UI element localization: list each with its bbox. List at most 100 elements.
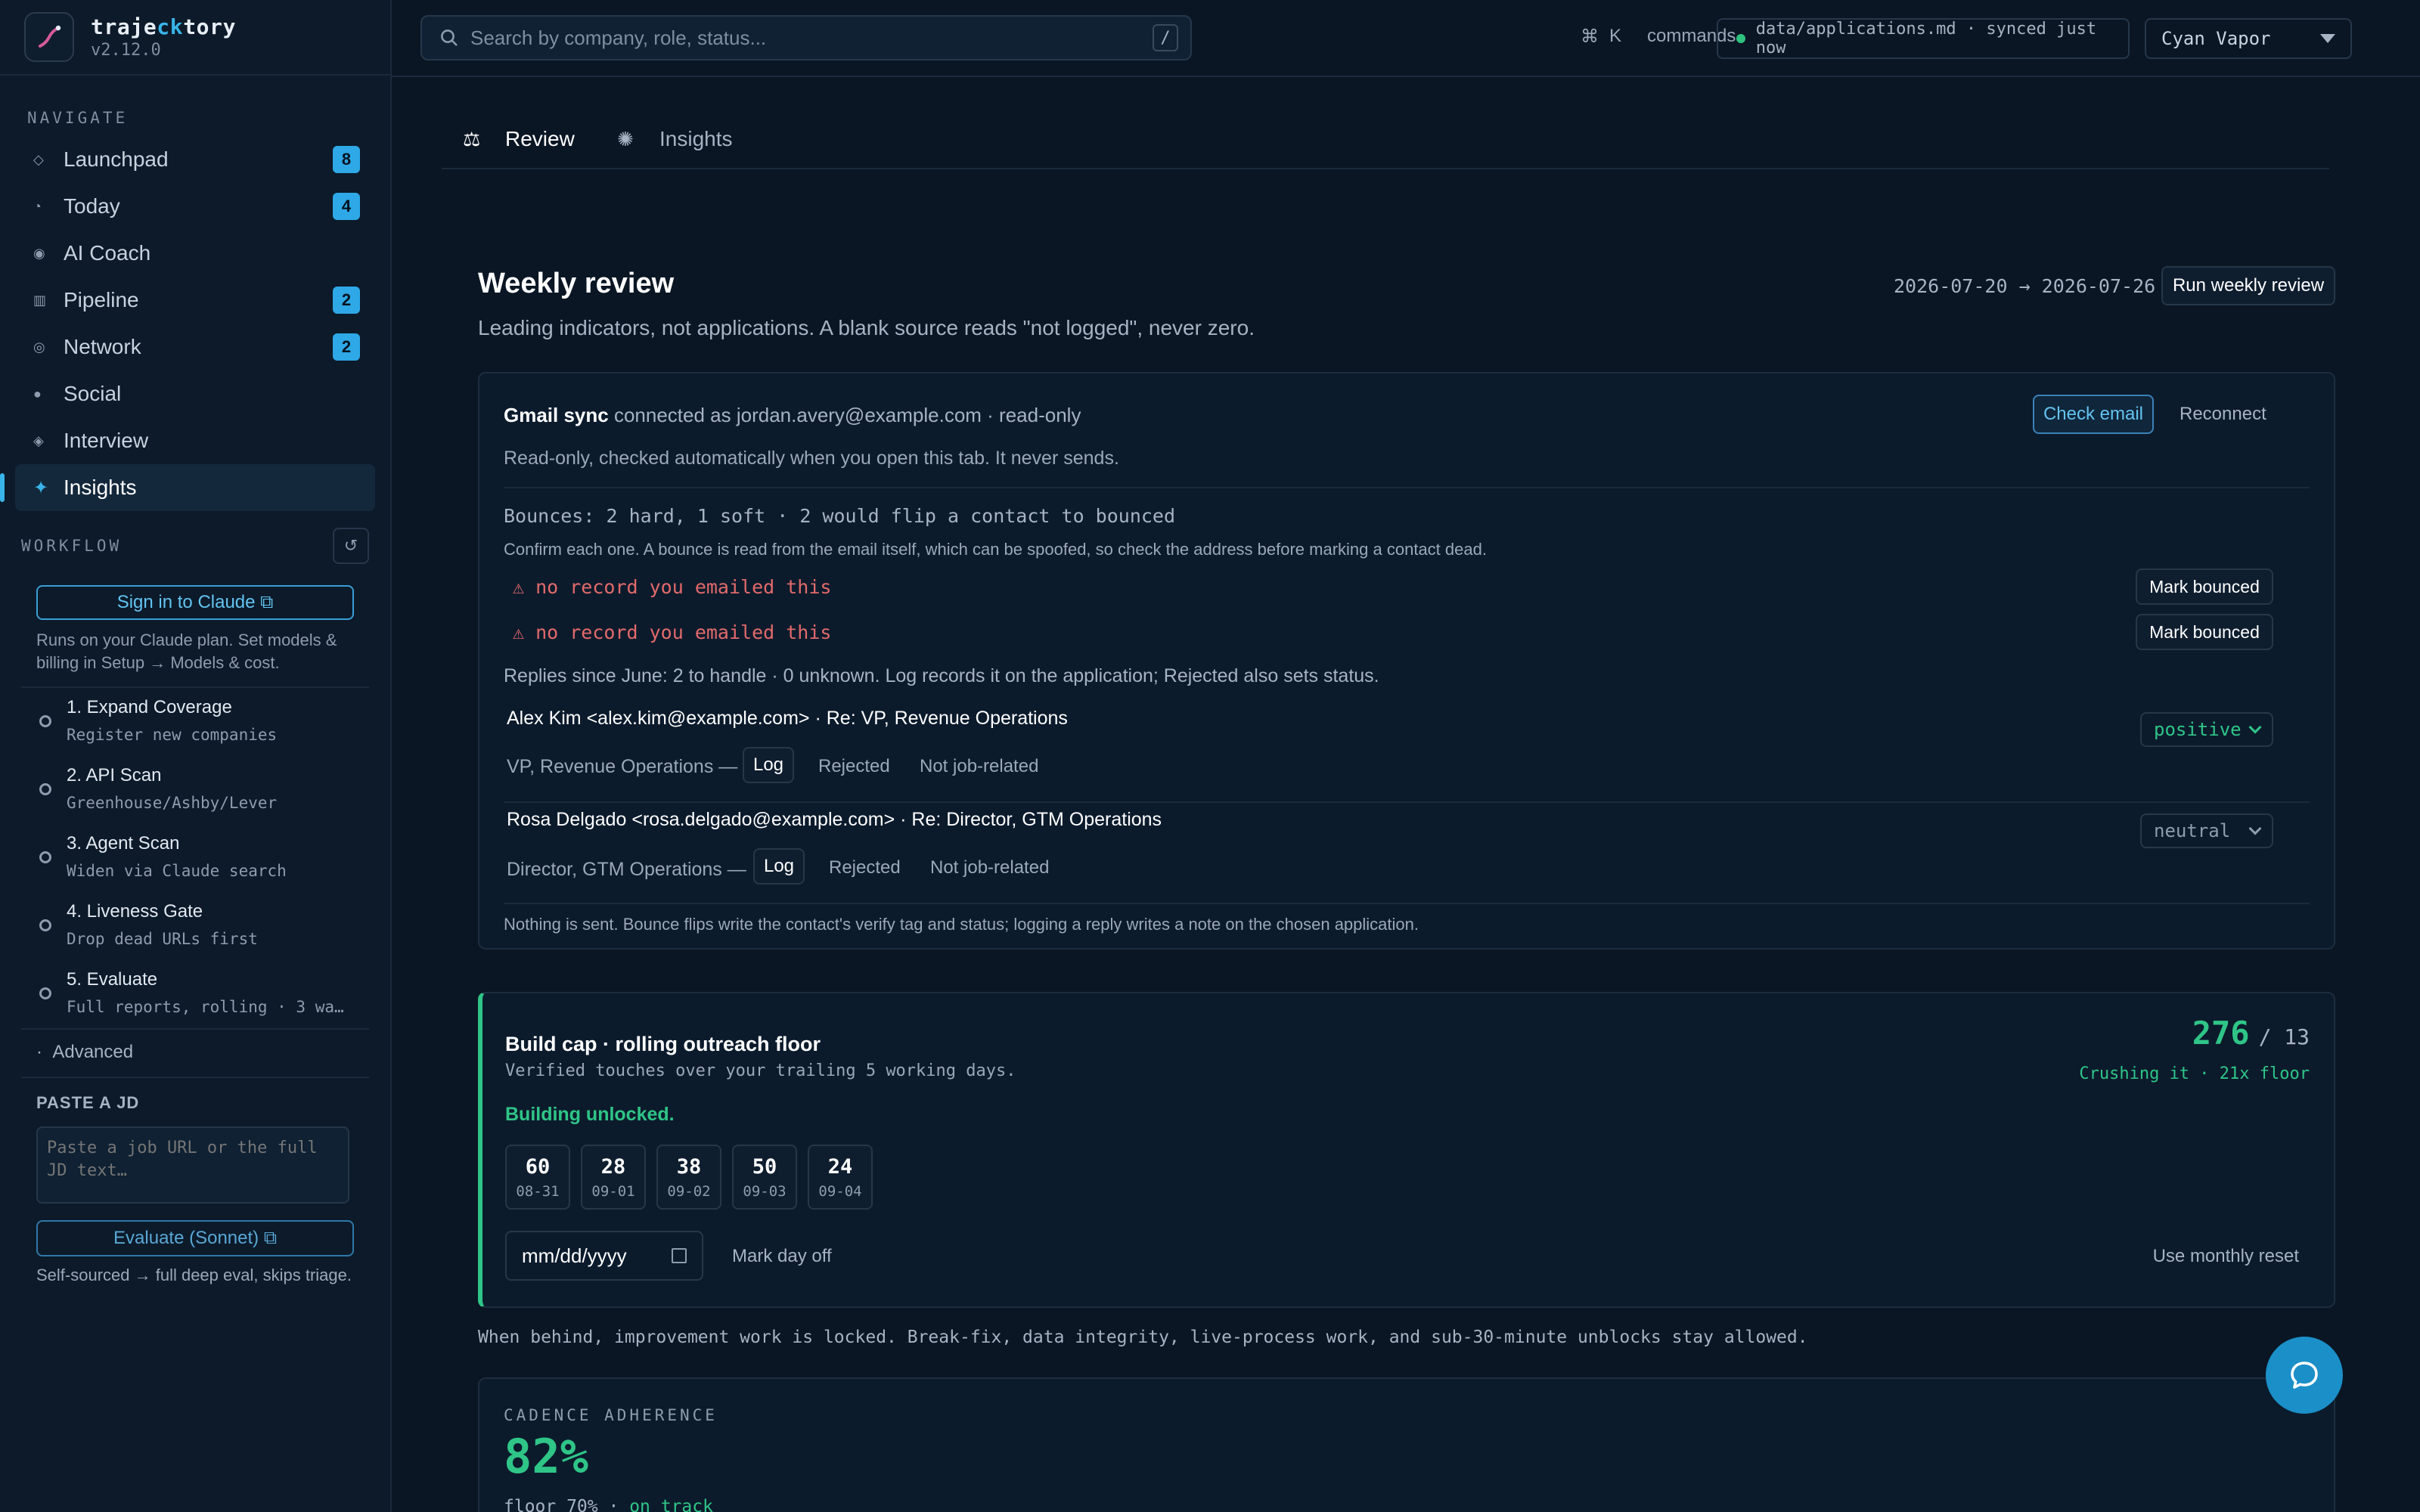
reply-role: Director, GTM Operations — [507, 859, 746, 880]
nav-item-interview[interactable]: ◈ Interview [15, 417, 375, 464]
refresh-icon[interactable]: ↺ [333, 528, 369, 564]
advanced-toggle[interactable]: · Advanced [0, 1030, 390, 1077]
search-input[interactable] [470, 26, 1153, 50]
topbar: / ⌘ K commands data/applications.md · sy… [392, 0, 2420, 77]
step-status-icon [39, 851, 51, 863]
day-count: 60 08-31 [505, 1145, 570, 1210]
workflow-step[interactable]: 1. Expand Coverage Register new companies [0, 688, 390, 756]
not-job-related-button[interactable]: Not job-related [920, 756, 1038, 777]
search-box[interactable]: / [420, 15, 1192, 60]
workflow-step[interactable]: 3. Agent Scan Widen via Claude search [0, 824, 390, 892]
nav-item-insights[interactable]: ✦ Insights [0, 464, 375, 511]
nav-badge: 8 [333, 146, 360, 173]
reply-sender: Alex Kim <alex.kim@example.com> · Re: VP… [507, 708, 1068, 729]
mark-bounced-button[interactable]: Mark bounced [2136, 569, 2273, 605]
log-button[interactable]: Log [743, 747, 794, 783]
jd-input[interactable] [36, 1126, 349, 1204]
tab-review[interactable]: ⚖ Review [463, 127, 575, 151]
tab-insights[interactable]: ✺ Insights [617, 127, 733, 151]
gmail-note: Read-only, checked automatically when yo… [504, 448, 1119, 469]
day-off-date-input[interactable]: mm/dd/yyyy [505, 1231, 703, 1281]
sign-in-claude-button[interactable]: Sign in to Claude ⧉ [36, 585, 354, 620]
bounces-heading: Bounces: 2 hard, 1 soft · 2 would flip a… [504, 505, 1176, 527]
log-button[interactable]: Log [753, 848, 805, 885]
gmail-sync-card: Gmail sync connected as jordan.avery@exa… [478, 372, 2335, 950]
sync-dot-icon [1736, 34, 1745, 43]
divider [504, 487, 2310, 488]
chat-bubble-icon[interactable] [2266, 1337, 2343, 1414]
diamond-icon: ◈ [33, 432, 44, 448]
workflow-heading: WORKFLOW [21, 537, 123, 555]
day-count: 24 09-04 [808, 1145, 873, 1210]
use-monthly-reset-button[interactable]: Use monthly reset [2153, 1246, 2299, 1267]
nav-badge: 2 [333, 333, 360, 361]
step-status-icon [39, 715, 51, 727]
chevron-down-icon [2248, 720, 2262, 734]
grid-icon: ▥ [33, 292, 47, 308]
sparkle-burst-icon: ✺ [617, 127, 634, 150]
replies-heading: Replies since June: 2 to handle · 0 unkn… [504, 665, 1379, 686]
build-cap-note: When behind, improvement work is locked.… [478, 1328, 1808, 1347]
nav-item-social[interactable]: ● Social [15, 370, 375, 417]
search-shortcut: / [1153, 24, 1178, 51]
workflow-steps: 1. Expand Coverage Register new companies… [0, 688, 390, 1028]
nav-badge: 4 [333, 193, 360, 220]
sidebar: trajecktory v2.12.0 NAVIGATE ◇ Launchpad 8… [0, 0, 392, 1512]
mark-bounced-button[interactable]: Mark bounced [2136, 614, 2273, 650]
nav-item-pipeline[interactable]: ▥ Pipeline 2 [15, 277, 375, 324]
bounce-warning: ⚠ no record you emailed this [513, 621, 832, 643]
app-logo-icon[interactable] [24, 12, 74, 62]
sentiment-select[interactable]: positive [2140, 712, 2273, 747]
command-key-icon: ⌘ [1581, 26, 1599, 47]
page-subtitle: Leading indicators, not applications. A … [478, 316, 1255, 339]
step-status-icon [39, 919, 51, 931]
clock-icon: ◔ [33, 198, 42, 214]
target-icon: ◉ [33, 245, 45, 261]
search-icon [441, 29, 458, 46]
cadence-floor: floor 70% · on track [504, 1497, 713, 1512]
workflow-step[interactable]: 4. Liveness Gate Drop dead URLs first [0, 892, 390, 960]
rejected-button[interactable]: Rejected [829, 857, 901, 878]
evaluate-button[interactable]: Evaluate (Sonnet) ⧉ [36, 1220, 354, 1256]
mark-day-off-button[interactable]: Mark day off [732, 1246, 832, 1267]
run-weekly-review-button[interactable]: Run weekly review [2161, 266, 2335, 305]
calendar-icon[interactable] [672, 1248, 687, 1263]
theme-select[interactable]: Cyan Vapor [2145, 18, 2352, 59]
dot-icon: ● [33, 386, 42, 401]
chevron-down-icon [2248, 822, 2262, 835]
sentiment-select[interactable]: neutral [2140, 813, 2273, 848]
build-unlocked-status: Building unlocked. [505, 1104, 675, 1125]
ring-icon: ◎ [33, 339, 45, 355]
check-email-button[interactable]: Check email [2033, 395, 2154, 434]
scale-icon: ⚖ [463, 127, 481, 150]
build-cap-title: Build cap · rolling outreach floor [505, 1033, 821, 1055]
divider [504, 903, 2310, 904]
gmail-footer: Nothing is sent. Bounce flips write the … [504, 915, 1419, 934]
nav-item-ai-coach[interactable]: ◉ AI Coach [15, 230, 375, 277]
workflow-step[interactable]: 2. API Scan Greenhouse/Ashby/Lever [0, 756, 390, 824]
workflow-step[interactable]: 5. Evaluate Full reports, rolling · 3 wai… [0, 960, 390, 1028]
paste-jd-heading: PASTE A JD [36, 1093, 140, 1112]
evaluate-note: Self-sourced → full deep eval, skips tri… [36, 1266, 352, 1284]
reply-sender: Rosa Delgado <rosa.delgado@example.com> … [507, 809, 1162, 830]
day-count: 50 09-03 [732, 1145, 797, 1210]
cadence-heading: CADENCE ADHERENCE [504, 1406, 718, 1424]
nav-item-launchpad[interactable]: ◇ Launchpad 8 [15, 136, 375, 183]
build-cap-card: Build cap · rolling outreach floor Verif… [478, 992, 2335, 1308]
not-job-related-button[interactable]: Not job-related [930, 857, 1049, 878]
nav-item-today[interactable]: ◔ Today 4 [15, 183, 375, 230]
main-content: ⚖ Review ✺ Insights Weekly review Leading … [392, 77, 2420, 1512]
reconnect-button[interactable]: Reconnect [2180, 404, 2266, 425]
nav-item-network[interactable]: ◎ Network 2 [15, 324, 375, 370]
runs-note: Runs on your Claude plan. Set models & b… [36, 631, 337, 672]
divider [504, 801, 2310, 803]
rejected-button[interactable]: Rejected [818, 756, 890, 777]
gmail-status: Gmail sync connected as jordan.avery@exa… [504, 404, 1081, 426]
cadence-card: CADENCE ADHERENCE 82% floor 70% · on tra… [478, 1377, 2335, 1512]
build-cap-score: 276/ 13 [2192, 1015, 2310, 1052]
sparkle-icon: ✦ [33, 477, 49, 498]
sync-status[interactable]: data/applications.md · synced just now [1717, 18, 2130, 59]
nav-heading: NAVIGATE [27, 109, 129, 127]
diamond-outline-icon: ◇ [33, 151, 44, 167]
command-palette-button[interactable]: ⌘ K commands [1581, 26, 1736, 48]
